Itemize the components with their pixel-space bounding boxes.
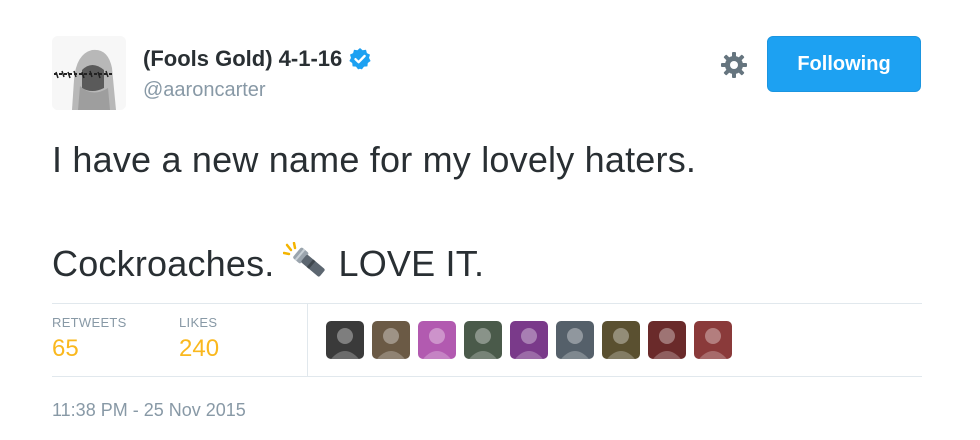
likes-stat[interactable]: LIKES 240 — [179, 315, 219, 363]
liker-avatar-9[interactable] — [694, 321, 732, 359]
tweet-text-after-emoji: LOVE IT. — [338, 243, 485, 284]
likes-label: LIKES — [179, 315, 218, 330]
retweets-count: 65 — [52, 335, 79, 362]
stats-divider-bottom — [52, 376, 922, 377]
retweets-stat[interactable]: RETWEETS 65 — [52, 315, 127, 363]
liker-avatar-6[interactable] — [556, 321, 594, 359]
profile-avatar[interactable] — [52, 36, 126, 110]
liker-avatar-4[interactable] — [464, 321, 502, 359]
liker-avatar-2[interactable] — [372, 321, 410, 359]
stats-divider-top — [52, 303, 922, 304]
tweet-line-2: Cockroaches. LOVE IT. — [52, 241, 932, 286]
profile-avatar-icon — [52, 36, 126, 110]
liker-avatar-1[interactable] — [326, 321, 364, 359]
liker-avatar-8[interactable] — [648, 321, 686, 359]
tweet-text-before-emoji: Cockroaches. — [52, 243, 275, 284]
verified-badge-icon — [348, 47, 372, 71]
likes-count: 240 — [179, 335, 220, 362]
stats-vertical-divider — [307, 304, 308, 376]
tweet-timestamp[interactable]: 11:38 PM - 25 Nov 2015 — [52, 400, 246, 421]
following-button[interactable]: Following — [767, 36, 921, 92]
handle[interactable]: @aaroncarter — [143, 79, 266, 102]
retweets-label: RETWEETS — [52, 315, 127, 330]
liker-avatars — [326, 321, 732, 359]
liker-avatar-3[interactable] — [418, 321, 456, 359]
tweet-line-1: I have a new name for my lovely haters. — [52, 139, 697, 180]
gear-icon[interactable] — [719, 50, 749, 80]
liker-avatar-5[interactable] — [510, 321, 548, 359]
flashlight-icon — [282, 241, 331, 282]
tweet-text: I have a new name for my lovely haters. … — [52, 138, 932, 286]
name-line: (Fools Gold) 4-1-16 — [143, 46, 372, 72]
liker-avatar-7[interactable] — [602, 321, 640, 359]
display-name[interactable]: (Fools Gold) 4-1-16 — [143, 46, 342, 72]
